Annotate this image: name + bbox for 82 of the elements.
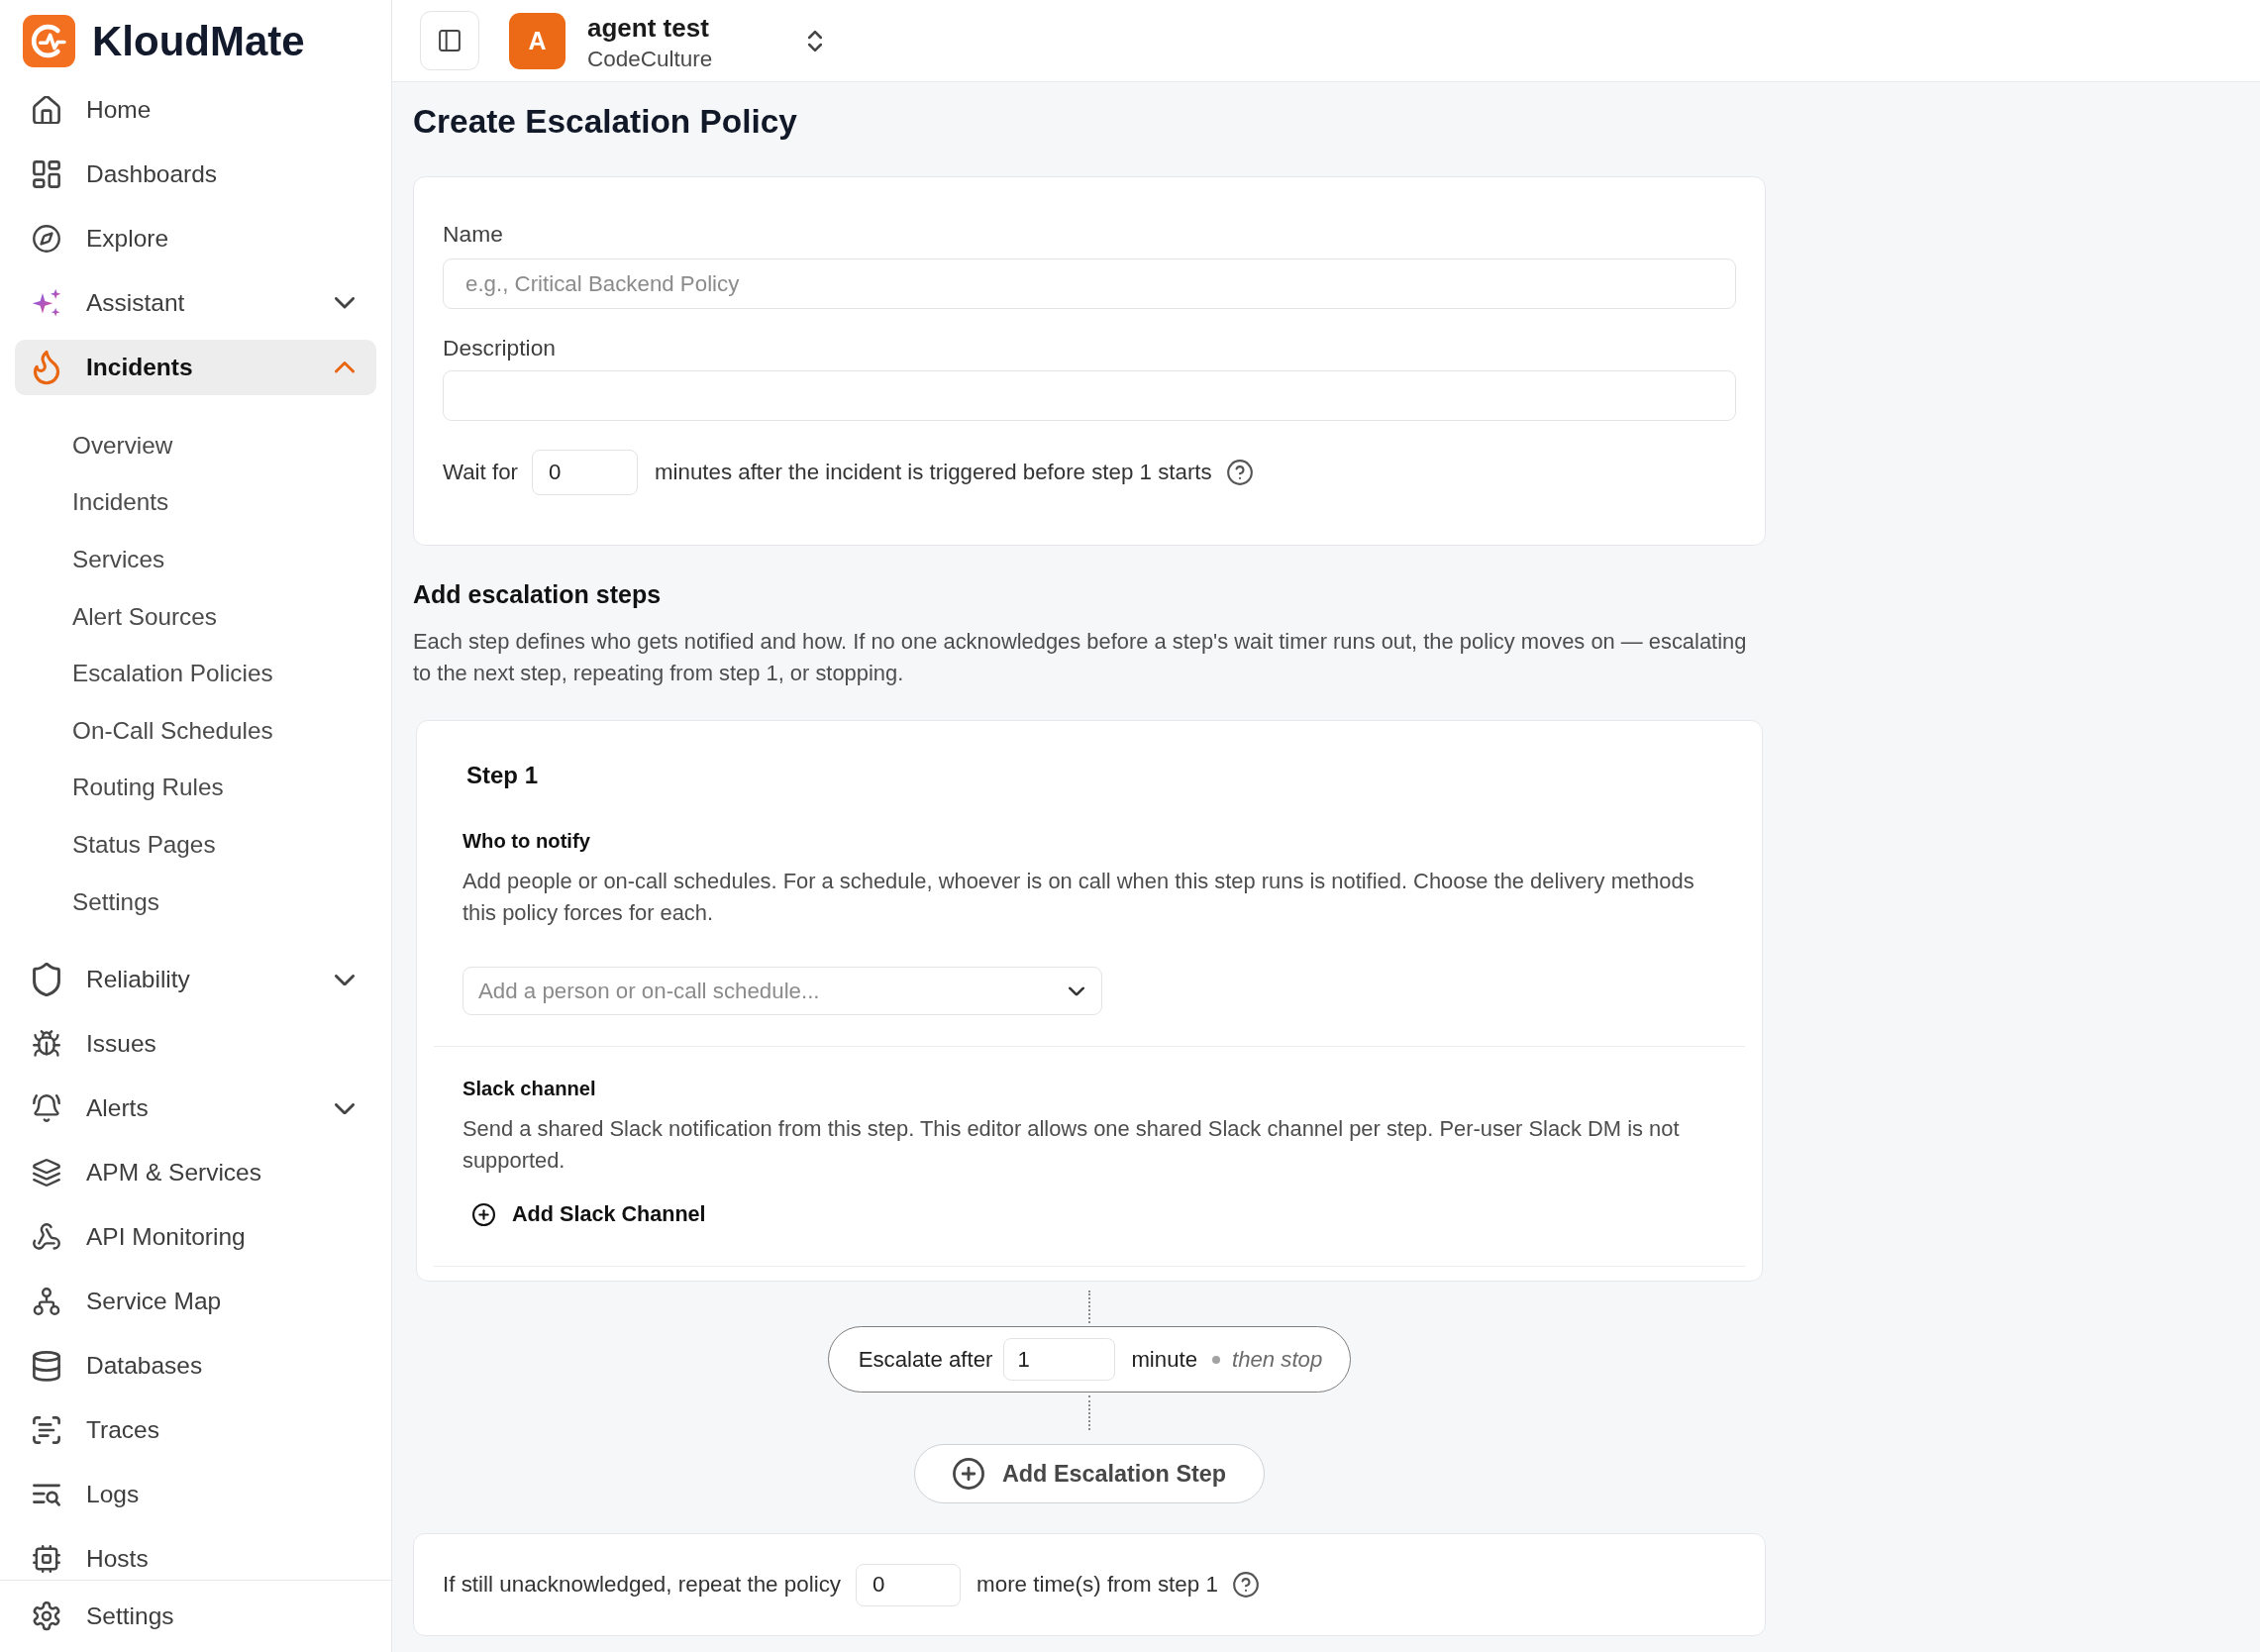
bug-icon	[33, 1030, 60, 1059]
sidebar-subitem[interactable]: Settings	[15, 873, 376, 931]
network-icon	[33, 1288, 60, 1316]
bell-icon	[33, 1094, 60, 1123]
field-label: If still unacknowledged, repeat the policy	[443, 1572, 842, 1598]
sidebar-item[interactable]: APM & Services	[15, 1145, 376, 1201]
dot-icon	[1212, 1355, 1220, 1364]
sidebar-item[interactable]: Home	[15, 82, 376, 138]
sidebar-item[interactable]: Hosts	[15, 1531, 376, 1580]
dotted-connector	[1088, 1395, 1090, 1430]
sidebar-item[interactable]: API Monitoring	[15, 1209, 376, 1266]
sidebar-item[interactable]: Explore	[15, 211, 376, 266]
sidebar-item[interactable]: Dashboards	[15, 147, 376, 202]
shield-icon	[33, 963, 60, 997]
field-label: Wait for	[443, 460, 518, 485]
grid-icon	[33, 160, 60, 188]
escalate-minutes-input[interactable]: 1	[1003, 1338, 1116, 1381]
logo-icon	[23, 15, 75, 67]
section-description: Add people or on-call schedules. For a schedule, whoever is on call when this step runs is notified. Choose the delivery methods this policy forces for each.	[462, 868, 1695, 927]
page-title: Create Escalation Policy	[413, 102, 798, 142]
repeat-count-input[interactable]: 0	[856, 1563, 962, 1606]
sidebar-subitem[interactable]: Routing Rules	[15, 759, 376, 817]
compass-icon	[33, 225, 60, 253]
sidebar-item[interactable]: Logs	[15, 1467, 376, 1523]
field-label: Name	[443, 221, 504, 247]
flame-icon	[33, 350, 60, 385]
chip-icon	[33, 1545, 60, 1574]
workspace-name: agent test	[587, 13, 709, 43]
settings-icon	[33, 1601, 60, 1631]
sidebar-subitem[interactable]: Services	[15, 531, 376, 588]
pill-label: Escalate after	[858, 1346, 993, 1373]
outcome-text: then stop	[1232, 1346, 1323, 1373]
chevrons-up-down-icon[interactable]	[808, 30, 822, 52]
schedule-select[interactable]: Add a person or on-call schedule...	[462, 967, 1102, 1015]
sidebar-item[interactable]: Reliability	[15, 952, 376, 1008]
sidebar-item[interactable]: Databases	[15, 1338, 376, 1394]
field-hint: more time(s) from step 1	[976, 1572, 1218, 1598]
section-heading: Add escalation steps	[413, 579, 663, 609]
sidebar-item[interactable]: Incidents	[15, 340, 376, 395]
add-slack-channel-button[interactable]: Add Slack Channel	[462, 1196, 712, 1232]
workspace-avatar: A	[509, 12, 565, 69]
sidebar-subitem[interactable]: On-Call Schedules	[15, 701, 376, 760]
sidebar-item[interactable]: Service Map	[15, 1274, 376, 1330]
step-title: Step 1	[465, 761, 540, 790]
section-description: Each step defines who gets notified and how. If no one acknowledges before a step's wait timer runs out, the policy moves on — escalating to the next step, repeating from step 1, or stopping.	[413, 628, 1748, 687]
name-input[interactable]: e.g., Critical Backend Policy	[443, 258, 1736, 309]
sidebar-subitem[interactable]: Escalation Policies	[15, 645, 376, 702]
database-icon	[33, 1350, 60, 1382]
unit-label: minute	[1131, 1346, 1197, 1373]
workspace-organization: CodeCulture	[587, 46, 713, 73]
section-heading: Who to notify	[462, 829, 591, 854]
webhook-icon	[33, 1223, 60, 1252]
panel-icon	[439, 30, 461, 52]
section-description: Send a shared Slack notification from this step. This editor allows one shared Slack channel per step. Per-user Slack DM is not supported.	[462, 1115, 1681, 1175]
list-search-icon	[33, 1483, 60, 1507]
scan-lines-icon	[33, 1416, 60, 1445]
house-icon	[33, 95, 60, 125]
dotted-connector	[1088, 1291, 1090, 1323]
sidebar-subitem[interactable]: Incidents	[15, 473, 376, 532]
field-hint: minutes after the incident is triggered before step 1 starts	[655, 460, 1212, 485]
sidebar-item[interactable]: Traces	[15, 1402, 376, 1459]
plus-circle-icon	[952, 1458, 984, 1490]
sidebar-item[interactable]: Alerts	[15, 1081, 376, 1137]
field-label: Description	[443, 335, 558, 361]
sidebar-subitem[interactable]: Overview	[15, 417, 376, 474]
layers-icon	[33, 1159, 60, 1187]
sidebar-subitem[interactable]: Alert Sources	[15, 587, 376, 646]
sidebar-item[interactable]: Settings	[15, 1589, 376, 1644]
description-input[interactable]	[443, 370, 1736, 421]
sidebar-item[interactable]: Issues	[15, 1016, 376, 1073]
wait-minutes-input[interactable]: 0	[532, 450, 638, 495]
sidebar-subitem[interactable]: Status Pages	[15, 816, 376, 874]
add-escalation-step-button[interactable]: Add Escalation Step	[913, 1444, 1266, 1503]
sidebar-toggle-button[interactable]	[420, 11, 479, 70]
help-icon[interactable]	[1226, 460, 1253, 485]
sparkles-icon	[32, 288, 61, 318]
logo-text: KloudMate	[92, 16, 305, 66]
sidebar-item[interactable]: Assistant	[15, 275, 376, 331]
section-heading: Slack channel	[462, 1077, 597, 1101]
plus-circle-icon	[472, 1202, 495, 1226]
chevron-down-icon	[1069, 985, 1084, 996]
help-icon[interactable]	[1232, 1572, 1259, 1598]
